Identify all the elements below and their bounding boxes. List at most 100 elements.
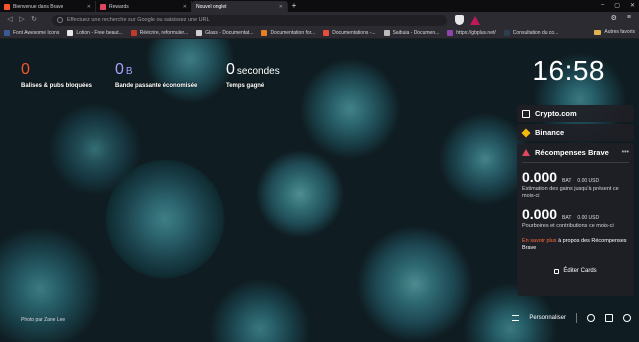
new-tab-page: 0 Balises & pubs bloquées 0B Bande passa… xyxy=(0,39,639,342)
folder-label: Autres favoris xyxy=(604,29,635,35)
maximize-icon[interactable]: ▢ xyxy=(614,2,620,9)
bookmark-label: Documentations -... xyxy=(332,30,376,36)
bookmark-item[interactable]: Font Awesome Icons xyxy=(4,30,59,36)
brave-rewards-icon[interactable] xyxy=(470,15,480,25)
card-title: Binance xyxy=(535,128,565,137)
favicon-icon xyxy=(196,30,203,36)
card-binance[interactable]: Binance xyxy=(517,124,634,141)
bookmark-label: https://gbplus.net/ xyxy=(456,30,496,36)
more-options-icon[interactable]: ••• xyxy=(622,149,629,156)
brave-shields-icon[interactable] xyxy=(455,15,464,25)
tab-new-tab[interactable]: Nouvel onglet ✕ xyxy=(192,1,288,12)
close-tab-icon[interactable]: ✕ xyxy=(183,4,187,10)
earnings-usd: 0.00 USD xyxy=(577,178,600,184)
browser-window: Bienvenue dans Brave ✕ Rewards ✕ Nouvel … xyxy=(0,0,639,342)
edit-cards-label: Éditer Cards xyxy=(563,268,597,274)
edit-cards-button[interactable]: Éditer Cards xyxy=(517,265,634,277)
learn-more: En savoir plus à propos des Récompenses … xyxy=(517,238,634,252)
bookmark-label: Saibuia - Documen... xyxy=(392,30,440,36)
clock: 16:58 xyxy=(532,55,605,86)
bookmark-item[interactable]: Consultation du co... xyxy=(503,30,558,36)
stat-unit: B xyxy=(125,66,133,77)
other-bookmarks-folder[interactable]: Autres favoris xyxy=(594,29,635,35)
stat-label: Temps gagné xyxy=(226,83,265,89)
favicon-icon xyxy=(503,30,510,36)
estimated-earnings: 0.000 BAT 0.00 USD xyxy=(517,169,634,185)
bookmark-item[interactable]: Documentation for... xyxy=(261,30,315,36)
bookmark-item[interactable]: Glass - Documentat... xyxy=(196,30,253,36)
tab-rewards[interactable]: Rewards ✕ xyxy=(96,1,192,12)
tab-label: Bienvenue dans Brave xyxy=(13,3,64,10)
favicon-icon xyxy=(261,30,268,36)
bookmark-label: Documentation for... xyxy=(270,30,316,36)
minimize-icon[interactable]: – xyxy=(601,2,604,9)
card-crypto-com[interactable]: Crypto.com xyxy=(517,105,634,122)
folder-icon xyxy=(594,29,602,35)
tips-currency: BAT xyxy=(562,215,572,221)
stat-value: 0 xyxy=(226,61,235,78)
favicon-icon xyxy=(4,30,10,36)
brave-lion-icon xyxy=(4,3,10,10)
bookmark-item[interactable]: Lotion - Free beaut... xyxy=(67,30,123,36)
favicon-icon xyxy=(67,30,74,36)
stat-label: Bande passante économisée xyxy=(115,83,198,89)
favicon-icon xyxy=(383,30,390,36)
stat-time-saved: 0 secondes Temps gagné xyxy=(226,61,280,90)
bookmarks-icon[interactable] xyxy=(605,314,613,322)
divider xyxy=(522,162,629,163)
stat-trackers-blocked: 0 Balises & pubs bloquées xyxy=(21,61,92,90)
bookmark-item[interactable]: Documentations -... xyxy=(323,30,376,36)
tips-amount: 0.000 xyxy=(522,206,558,222)
stat-unit: secondes xyxy=(236,66,280,77)
bookmark-label: Lotion - Free beaut... xyxy=(76,30,123,36)
tab-welcome[interactable]: Bienvenue dans Brave ✕ xyxy=(0,1,96,12)
divider xyxy=(576,313,577,323)
learn-more-link[interactable]: En savoir plus xyxy=(522,238,557,244)
bookmark-label: Réécrire, reformuler... xyxy=(139,30,189,36)
earnings-currency: BAT xyxy=(562,178,572,184)
bookmark-label: Glass - Documentat... xyxy=(205,30,254,36)
binance-logo-icon xyxy=(521,127,531,138)
toolbar-right: ⚙ ≡ xyxy=(611,14,631,22)
favicon-icon xyxy=(447,30,454,36)
close-tab-icon[interactable]: ✕ xyxy=(87,4,91,10)
settings-icon[interactable] xyxy=(587,314,595,322)
bookmarks-bar: Font Awesome Icons Lotion - Free beaut..… xyxy=(0,28,639,39)
edit-icon xyxy=(554,268,560,274)
reload-icon[interactable]: ↻ xyxy=(28,14,40,26)
close-window-icon[interactable]: ✕ xyxy=(630,2,635,9)
history-icon[interactable] xyxy=(623,314,631,322)
favicon-icon xyxy=(323,30,330,36)
stat-value: 0 xyxy=(21,61,30,78)
bookmark-item[interactable]: https://gbplus.net/ xyxy=(447,30,496,36)
new-tab-button[interactable]: + xyxy=(288,1,300,12)
earnings-amount: 0.000 xyxy=(522,169,558,185)
earnings-description: Estimation des gains jusqu'à présent ce … xyxy=(522,186,619,199)
bat-triangle-icon xyxy=(100,3,106,10)
bookmark-label: Font Awesome Icons xyxy=(13,30,60,36)
omnibox-placeholder: Effectuez une recherche sur Google ou sa… xyxy=(67,17,210,23)
extensions-icon[interactable]: ⚙ xyxy=(611,14,617,22)
back-icon[interactable]: ◁ xyxy=(4,14,16,26)
tab-label: Nouvel onglet xyxy=(196,3,227,10)
close-tab-icon[interactable]: ✕ xyxy=(279,4,283,10)
tab-label: Rewards xyxy=(109,3,129,10)
bottom-toolbar: Personnaliser xyxy=(512,313,631,323)
omnibox[interactable]: Effectuez une recherche sur Google ou sa… xyxy=(52,14,447,26)
customize-button[interactable]: Personnaliser xyxy=(529,315,566,321)
customize-icon[interactable] xyxy=(512,315,520,321)
menu-icon[interactable]: ≡ xyxy=(627,14,631,22)
bookmark-item[interactable]: Réécrire, reformuler... xyxy=(130,30,189,36)
tab-strip: Bienvenue dans Brave ✕ Rewards ✕ Nouvel … xyxy=(0,0,639,12)
card-title: Récompenses Brave xyxy=(535,148,609,157)
stat-bandwidth-saved: 0B Bande passante économisée xyxy=(115,61,198,90)
bookmark-item[interactable]: Saibuia - Documen... xyxy=(383,30,440,36)
forward-icon[interactable]: ▷ xyxy=(16,14,28,26)
stat-value: 0 xyxy=(115,61,124,78)
toolbar: ◁ ▷ ↻ Effectuez une recherche sur Google… xyxy=(0,12,639,28)
tips-usd: 0.00 USD xyxy=(577,215,600,221)
photo-credit[interactable]: Photo par Zane Lee xyxy=(21,317,65,323)
card-title: Crypto.com xyxy=(535,109,577,118)
search-icon xyxy=(57,17,63,23)
tips-contributions: 0.000 BAT 0.00 USD xyxy=(517,206,634,222)
